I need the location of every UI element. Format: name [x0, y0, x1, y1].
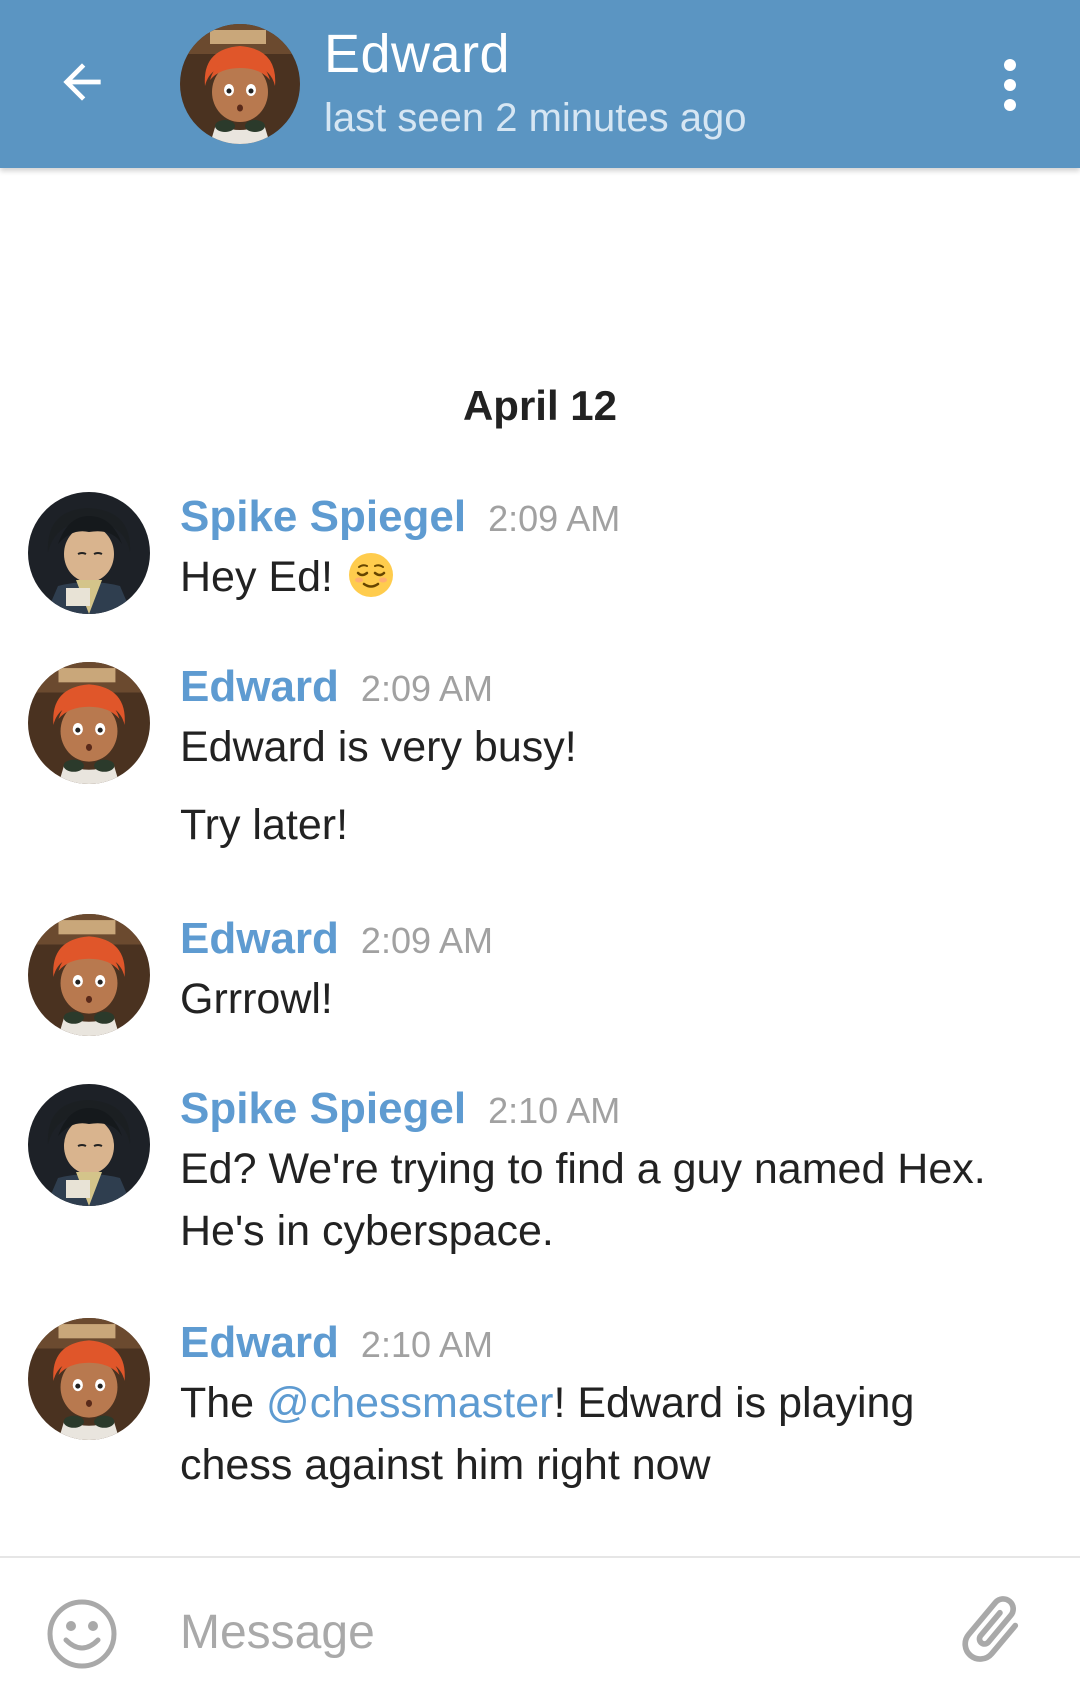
message-input[interactable]: [180, 1592, 920, 1672]
message-line: Grrrowl!: [180, 975, 333, 1023]
message-author[interactable]: Spike Spiegel: [180, 492, 466, 541]
edward-avatar-image: [180, 24, 300, 144]
avatar[interactable]: [28, 492, 150, 614]
message-time: 2:10 AM: [360, 1324, 494, 1365]
emoji-button[interactable]: [44, 1596, 120, 1672]
avatar[interactable]: [28, 914, 150, 1036]
message-line: He's in cyberspace.: [180, 1207, 554, 1255]
message-author[interactable]: Edward: [180, 1318, 339, 1367]
message-line: Edward is very busy!: [180, 723, 577, 771]
more-vertical-icon: [1004, 59, 1016, 111]
avatar[interactable]: [28, 662, 150, 784]
spike-avatar-image: [28, 492, 150, 614]
message-time: 2:09 AM: [360, 668, 494, 709]
paperclip-icon: [962, 1596, 1019, 1662]
message-line: chess against him right now: [180, 1441, 711, 1489]
message-text: Hey Ed!: [180, 546, 1040, 608]
edward-avatar-image: [28, 1318, 150, 1440]
message-header: Spike Spiegel 2:10 AM: [180, 1084, 620, 1140]
message-line: Ed? We're trying to find a guy named Hex…: [180, 1145, 986, 1193]
back-button[interactable]: [46, 46, 118, 118]
message-header: Edward 2:09 AM: [180, 914, 493, 970]
more-options-button[interactable]: [980, 50, 1040, 120]
message-header: Edward 2:09 AM: [180, 662, 493, 718]
message-author[interactable]: Edward: [180, 662, 339, 711]
avatar[interactable]: [28, 1084, 150, 1206]
message-text-segment: ! Edward is playing: [553, 1379, 915, 1427]
message-time: 2:09 AM: [360, 920, 494, 961]
chat-header: Edward last seen 2 minutes ago: [0, 0, 1080, 168]
contact-avatar[interactable]: [180, 24, 300, 144]
message-text-segment: The: [180, 1379, 267, 1427]
last-seen-status: last seen 2 minutes ago: [324, 96, 747, 140]
message-line-text: Hey Ed!: [180, 553, 333, 601]
avatar[interactable]: [28, 1318, 150, 1440]
chat-title[interactable]: Edward: [324, 22, 510, 86]
edward-avatar-image: [28, 662, 150, 784]
message-text: Edward is very busy! Try later!: [180, 716, 1040, 856]
message-header: Spike Spiegel 2:09 AM: [180, 492, 620, 548]
message-line: The @chessmaster! Edward is playing: [180, 1372, 1040, 1434]
message-text: Ed? We're trying to find a guy named Hex…: [180, 1138, 1040, 1262]
message-text: Grrrowl!: [180, 968, 1040, 1030]
smiley-icon: [47, 1599, 117, 1669]
mention-link[interactable]: @chessmaster: [266, 1379, 553, 1427]
message-time: 2:10 AM: [488, 1090, 621, 1131]
arrow-left-icon: [63, 63, 101, 101]
spike-avatar-image: [28, 1084, 150, 1206]
edward-avatar-image: [28, 914, 150, 1036]
message-text: The @chessmaster! Edward is playing ches…: [180, 1372, 1040, 1496]
date-separator: April 12: [462, 382, 618, 429]
message-author[interactable]: Spike Spiegel: [180, 1084, 466, 1133]
message-header: Edward 2:10 AM: [180, 1318, 493, 1374]
message-time: 2:09 AM: [488, 498, 621, 539]
relieved-face-emoji-icon: [348, 553, 393, 597]
message-composer: [0, 1556, 1080, 1704]
message-line: Hey Ed!: [180, 546, 1040, 608]
message-author[interactable]: Edward: [180, 914, 339, 963]
attach-button[interactable]: [952, 1590, 1032, 1670]
message-line: Try later!: [180, 801, 349, 849]
